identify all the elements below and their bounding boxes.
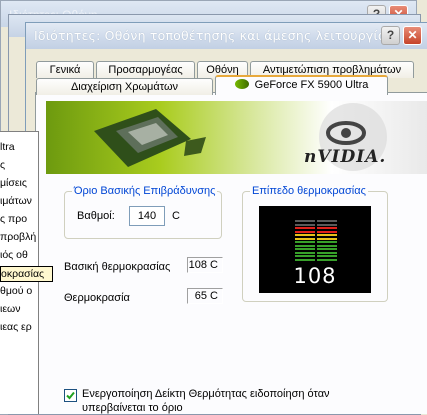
list-item-selected[interactable]: οκρασίας bbox=[0, 266, 53, 282]
temp-bar-segment bbox=[295, 230, 315, 233]
tab-adapter[interactable]: Προσαρμογέας bbox=[96, 61, 195, 78]
temp-bar-segment bbox=[317, 241, 337, 243]
temp-bar-segment bbox=[317, 223, 337, 226]
temp-display: 108 bbox=[259, 206, 371, 293]
temp-bar-segment bbox=[317, 251, 337, 254]
temp-bar-segment bbox=[317, 227, 337, 229]
list-item[interactable]: θμού ο bbox=[0, 284, 32, 298]
temp-bar-segment bbox=[317, 255, 337, 257]
temp-bar-segment bbox=[295, 220, 315, 222]
core-temp-label: Βασική θερμοκρασίας bbox=[64, 261, 171, 273]
list-item[interactable]: ιμάτων bbox=[0, 194, 32, 208]
temp-bar-segment bbox=[295, 223, 315, 226]
heat-indicator-label-line1: Ενεργοποίηση Δείκτη Θερμότητας ειδοποίησ… bbox=[82, 388, 330, 400]
temp-bar-segment bbox=[317, 230, 337, 233]
list-item[interactable]: ιεων bbox=[0, 302, 20, 316]
temp-bar-segment bbox=[295, 255, 315, 257]
degrees-input[interactable]: 140 bbox=[129, 206, 165, 226]
ambient-temp-value: 65 C bbox=[187, 288, 223, 304]
tab-geforce-label: GeForce FX 5900 Ultra bbox=[254, 79, 369, 91]
tab-color-management[interactable]: Διαχείριση Χρωμάτων bbox=[36, 78, 213, 95]
help-button[interactable]: ? bbox=[381, 26, 400, 45]
heat-indicator-label-line2: υπερβαίνεται το όριο bbox=[82, 402, 183, 414]
list-item[interactable]: μίσεις bbox=[0, 176, 27, 190]
list-item[interactable]: ιός οθ bbox=[0, 248, 28, 262]
list-item[interactable]: ιεας ερ bbox=[0, 320, 32, 334]
temp-reading: 108 bbox=[293, 264, 337, 288]
list-item[interactable]: ς bbox=[0, 158, 5, 172]
temp-bar-segment bbox=[295, 244, 315, 247]
temp-bar-segment bbox=[295, 237, 315, 240]
nvidia-banner: nVIDIA. bbox=[46, 101, 427, 174]
temp-bar-segment bbox=[317, 234, 337, 236]
main-window-titlebar: Ιδιότητες: Οθόνη τοποθέτησης και άμεσης … bbox=[26, 23, 427, 49]
tab-general[interactable]: Γενικά bbox=[36, 61, 94, 78]
temp-bar-segment bbox=[317, 244, 337, 247]
nvidia-logo: nVIDIA. bbox=[304, 147, 387, 167]
temp-bar-segment bbox=[295, 251, 315, 254]
temp-bar-segment bbox=[317, 220, 337, 222]
temp-level-title: Επίπεδο θερμοκρασίας bbox=[250, 185, 368, 197]
tab-geforce[interactable]: GeForce FX 5900 Ultra bbox=[215, 75, 388, 95]
checkmark-icon bbox=[66, 391, 75, 400]
temp-bar-segment bbox=[317, 258, 337, 261]
temp-bar-segment bbox=[317, 237, 337, 240]
list-item[interactable]: ς προ bbox=[0, 212, 27, 226]
nvidia-eye-icon bbox=[234, 79, 249, 89]
heat-indicator-checkbox[interactable] bbox=[64, 389, 77, 402]
temp-bar-segment bbox=[317, 248, 337, 250]
degrees-label: Βαθμοί: bbox=[77, 210, 115, 222]
list-item[interactable]: προβλή bbox=[0, 230, 36, 244]
ambient-temp-label: Θερμοκρασία bbox=[64, 292, 130, 304]
degrees-unit: C bbox=[172, 210, 180, 222]
temp-bar-segment bbox=[295, 248, 315, 250]
list-item[interactable]: ltra bbox=[0, 140, 15, 154]
temp-bar-segment bbox=[295, 234, 315, 236]
temp-bar-segment bbox=[295, 227, 315, 229]
main-window-title: Ιδιότητες: Οθόνη τοποθέτησης και άμεσης … bbox=[34, 28, 399, 43]
core-temp-value: 108 C bbox=[187, 257, 223, 273]
temp-bar-segment bbox=[295, 241, 315, 243]
slowdown-threshold-title: Όριο Βασικής Επιβράδυνσης bbox=[72, 185, 218, 197]
temp-bar-segment bbox=[295, 258, 315, 261]
close-button[interactable]: ✕ bbox=[403, 26, 422, 45]
